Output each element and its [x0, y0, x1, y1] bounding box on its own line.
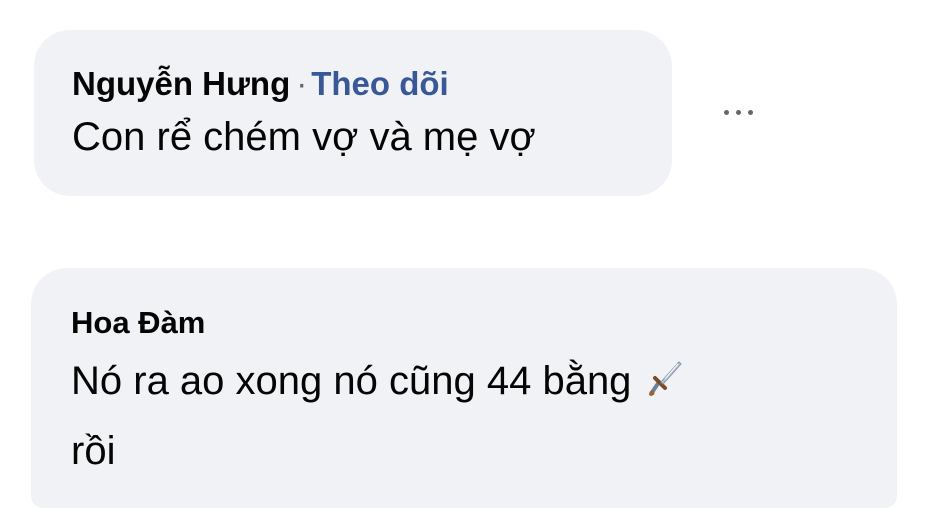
comment-text-line-1: Nó ra ao xong nó cũng 44 bằng [71, 359, 632, 403]
comment-bubble: Nguyễn Hưng · Theo dõi Con rể chém vợ và m… [34, 30, 672, 196]
more-options-icon-dot [735, 109, 741, 115]
comment-text: Con rể chém vợ và mẹ vợ [72, 115, 536, 159]
comment-text: Nó ra ao xong nó cũng 44 bằng rồi [71, 348, 897, 484]
separator-dot: · [296, 65, 308, 102]
more-options-icon-dot [747, 109, 753, 115]
more-options-icon [723, 109, 729, 115]
comment-text-line: Nó ra ao xong nó cũng 44 bằng [71, 348, 897, 418]
comment-author-name[interactable]: Nguyễn Hưng [72, 65, 290, 102]
comment-header: Nguyễn Hưng · Theo dõi [72, 62, 672, 106]
comment-text-line-2: rồi [71, 429, 116, 473]
dagger-icon [645, 352, 685, 418]
comment-bubble: Hoa Đàm Nó ra ao xong nó cũng 44 bằng rồ… [31, 268, 897, 508]
comment-author-name[interactable]: Hoa Đàm [71, 304, 897, 342]
more-options-button[interactable] [708, 92, 768, 132]
follow-link[interactable]: Theo dõi [311, 65, 448, 102]
